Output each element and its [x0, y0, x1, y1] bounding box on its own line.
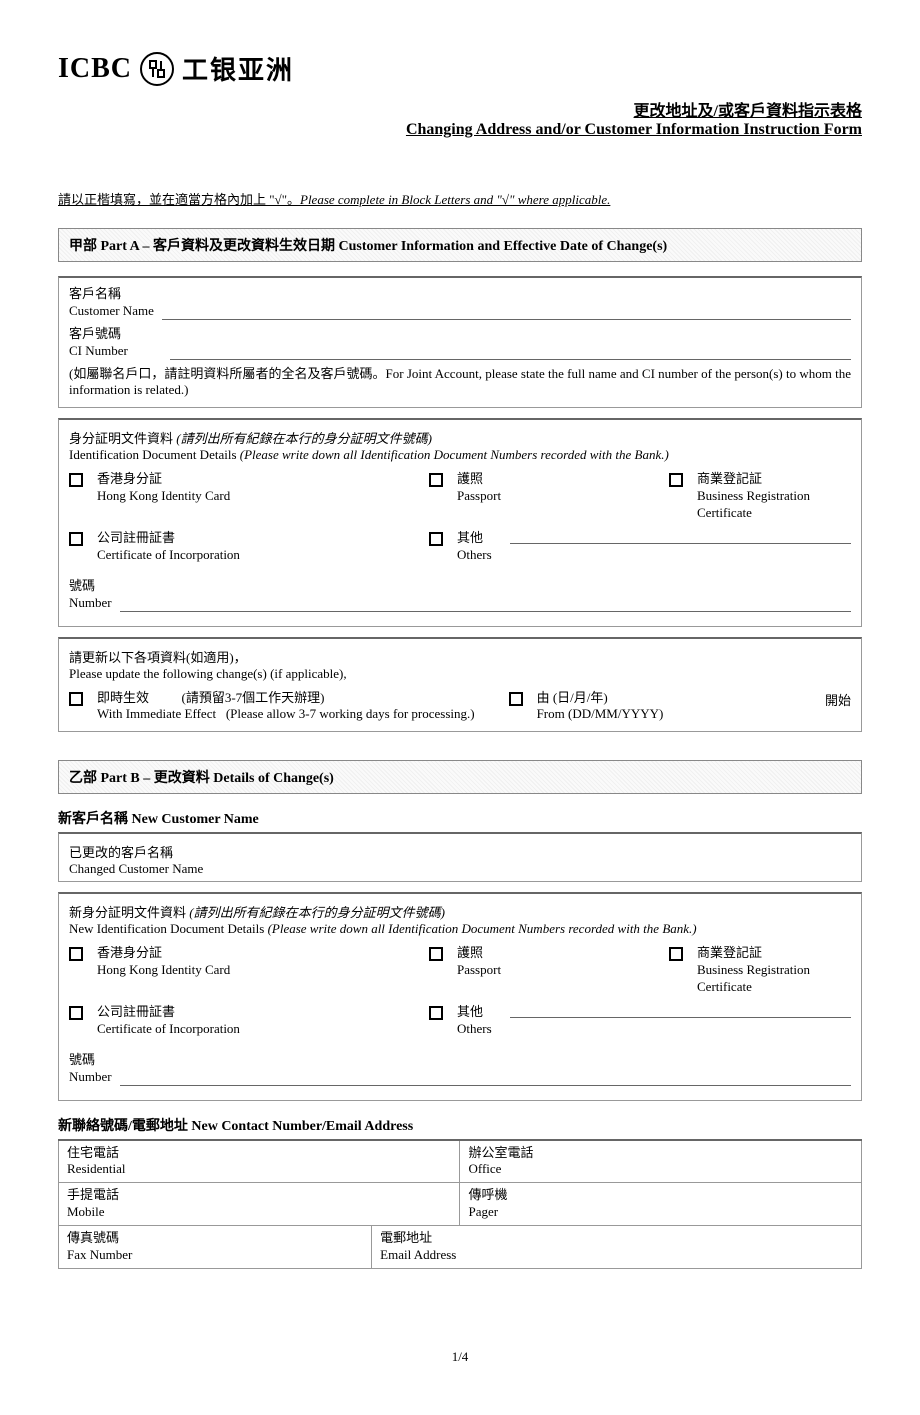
id-doc-heading: 身分証明文件資料 (請列出所有紀錄在本行的身分証明文件號碼) Identific… [69, 428, 851, 463]
residential-cell[interactable]: 住宅電話Residential [59, 1140, 460, 1183]
checkbox-new-coi[interactable] [69, 1006, 83, 1020]
part-a-box-2: 身分証明文件資料 (請列出所有紀錄在本行的身分証明文件號碼) Identific… [58, 418, 862, 626]
checkbox-new-passport[interactable] [429, 947, 443, 961]
update-instruction: 請更新以下各項資料(如適用)，Please update the followi… [69, 647, 851, 682]
checkbox-new-brc[interactable] [669, 947, 683, 961]
form-title: 更改地址及/或客戶資料指示表格 Changing Address and/or … [58, 97, 862, 139]
form-title-en: Changing Address and/or Customer Informa… [58, 121, 862, 139]
new-coi-label: 公司註冊証書Certificate of Incorporation [97, 1004, 240, 1038]
logo-symbol [140, 52, 174, 86]
part-a-box-3: 請更新以下各項資料(如適用)，Please update the followi… [58, 637, 862, 733]
number-label: 號碼Number [69, 578, 112, 612]
checkbox-passport[interactable] [429, 473, 443, 487]
number-input[interactable] [120, 598, 851, 612]
checkbox-from-date[interactable] [509, 692, 523, 706]
checkbox-new-hkid[interactable] [69, 947, 83, 961]
mobile-cell[interactable]: 手提電話Mobile [59, 1183, 460, 1226]
checkbox-hkid[interactable] [69, 473, 83, 487]
customer-name-input[interactable] [162, 306, 851, 320]
others-input[interactable] [510, 530, 851, 544]
new-number-input[interactable] [120, 1072, 851, 1086]
part-b-header: 乙部 Part B – 更改資料 Details of Change(s) [58, 760, 862, 794]
customer-name-label: 客戶名稱Customer Name [69, 286, 154, 320]
ci-number-input[interactable] [170, 346, 851, 360]
logo-brand-cn: 工银亚洲 [182, 50, 294, 87]
new-id-doc-heading: 新身分証明文件資料 (請列出所有紀錄在本行的身分証明文件號碼) New Iden… [69, 902, 851, 937]
start-label: 開始 [825, 690, 851, 709]
part-a-header: 甲部 Part A – 客戶資料及更改資料生效日期 Customer Infor… [58, 228, 862, 262]
checkbox-coi[interactable] [69, 532, 83, 546]
from-date-label: 由 (日/月/年)From (DD/MM/YYYY) [537, 690, 811, 724]
new-brc-label: 商業登記証Business Registration Certificate [697, 945, 851, 996]
pager-cell[interactable]: 傳呼機Pager [460, 1183, 862, 1226]
part-b-box-1: 已更改的客戶名稱Changed Customer Name [58, 832, 862, 882]
hkid-label: 香港身分証Hong Kong Identity Card [97, 471, 230, 505]
new-contact-heading: 新聯絡號碼/電郵地址 New Contact Number/Email Addr… [58, 1115, 862, 1135]
immediate-label: 即時生效 (請預留3-7個工作天辦理) With Immediate Effec… [97, 690, 475, 724]
page-number: 1/4 [58, 1349, 862, 1365]
ci-number-label: 客戶號碼CI Number [69, 326, 128, 360]
new-others-input[interactable] [510, 1004, 851, 1018]
form-title-cn: 更改地址及/或客戶資料指示表格 [58, 97, 862, 121]
office-cell[interactable]: 辦公室電話Office [460, 1140, 862, 1183]
email-cell[interactable]: 電郵地址Email Address [372, 1226, 862, 1269]
part-b-box-2: 新身分証明文件資料 (請列出所有紀錄在本行的身分証明文件號碼) New Iden… [58, 892, 862, 1100]
passport-label: 護照Passport [457, 471, 501, 505]
joint-account-note: (如屬聯名戶口，請註明資料所屬者的全名及客戶號碼。For Joint Accou… [69, 366, 851, 400]
new-passport-label: 護照Passport [457, 945, 501, 979]
part-a-box-1: 客戶名稱Customer Name 客戶號碼CI Number (如屬聯名戶口，… [58, 276, 862, 408]
others-label: 其他Others [457, 530, 492, 564]
fax-cell[interactable]: 傳真號碼Fax Number [59, 1226, 372, 1269]
new-others-label: 其他Others [457, 1004, 492, 1038]
changed-name-label: 已更改的客戶名稱Changed Customer Name [69, 842, 851, 877]
new-hkid-label: 香港身分証Hong Kong Identity Card [97, 945, 230, 979]
logo-brand: ICBC [58, 53, 132, 85]
checkbox-brc[interactable] [669, 473, 683, 487]
coi-label: 公司註冊証書Certificate of Incorporation [97, 530, 240, 564]
checkbox-new-others[interactable] [429, 1006, 443, 1020]
new-number-label: 號碼Number [69, 1052, 112, 1086]
logo-row: ICBC 工银亚洲 [58, 50, 862, 87]
brc-label: 商業登記証Business Registration Certificate [697, 471, 851, 522]
checkbox-others[interactable] [429, 532, 443, 546]
instruction-line: 請以正楷填寫，並在適當方格內加上 "√"。Please complete in … [58, 189, 862, 208]
new-customer-name-heading: 新客戶名稱 New Customer Name [58, 808, 862, 828]
checkbox-immediate[interactable] [69, 692, 83, 706]
contact-table: 住宅電話Residential 辦公室電話Office 手提電話Mobile 傳… [58, 1139, 862, 1269]
